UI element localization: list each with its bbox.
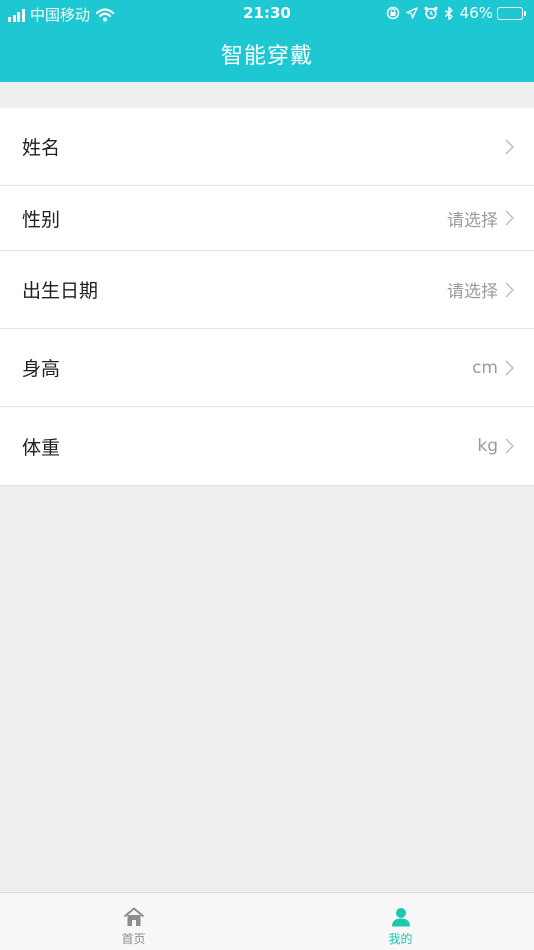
tab-mine[interactable]: 我的 [267, 893, 534, 950]
status-right: 46% [380, 4, 526, 22]
row-gender[interactable]: 性别 请选择 [0, 186, 534, 251]
row-gender-label: 性别 [22, 208, 61, 231]
chevron-right-icon [505, 438, 515, 454]
row-name[interactable]: 姓名 [0, 108, 534, 186]
row-gender-value: 请选择 [447, 210, 498, 231]
chevron-right-icon [505, 281, 515, 298]
chevron-right-icon [505, 138, 515, 155]
battery-percent: 46% [459, 4, 493, 22]
app-header: 中国移动 21:30 46% 智能穿戴 [0, 0, 534, 82]
rotation-lock-icon [386, 6, 400, 20]
bluetooth-icon [444, 6, 454, 21]
row-birthdate-value: 请选择 [447, 282, 498, 302]
row-height[interactable]: 身高 cm [0, 329, 534, 407]
tab-home[interactable]: 首页 [0, 893, 267, 950]
status-bar: 中国移动 21:30 46% [0, 0, 534, 28]
chevron-right-icon [505, 359, 515, 376]
page-title: 智能穿戴 [220, 44, 313, 69]
row-weight-value: kg [477, 436, 498, 456]
row-weight[interactable]: 体重 kg [0, 407, 534, 485]
row-name-label: 姓名 [22, 137, 61, 159]
home-icon [123, 907, 144, 926]
row-birthdate-label: 出生日期 [22, 280, 99, 302]
chevron-right-icon [505, 210, 515, 226]
row-height-value: cm [472, 357, 498, 378]
profile-form-list: 姓名 性别 请选择 出生日期 请选择 身高 cm 体重 kg [0, 108, 534, 486]
tab-bar: 首页 我的 [0, 892, 534, 950]
row-birthdate[interactable]: 出生日期 请选择 [0, 251, 534, 329]
user-icon [391, 908, 410, 927]
row-height-label: 身高 [22, 358, 61, 380]
tab-mine-label: 我的 [388, 932, 413, 946]
battery-icon [497, 6, 526, 20]
tab-home-label: 首页 [121, 932, 146, 946]
location-arrow-icon [405, 7, 418, 19]
alarm-clock-icon [424, 6, 438, 20]
row-weight-label: 体重 [22, 436, 61, 459]
